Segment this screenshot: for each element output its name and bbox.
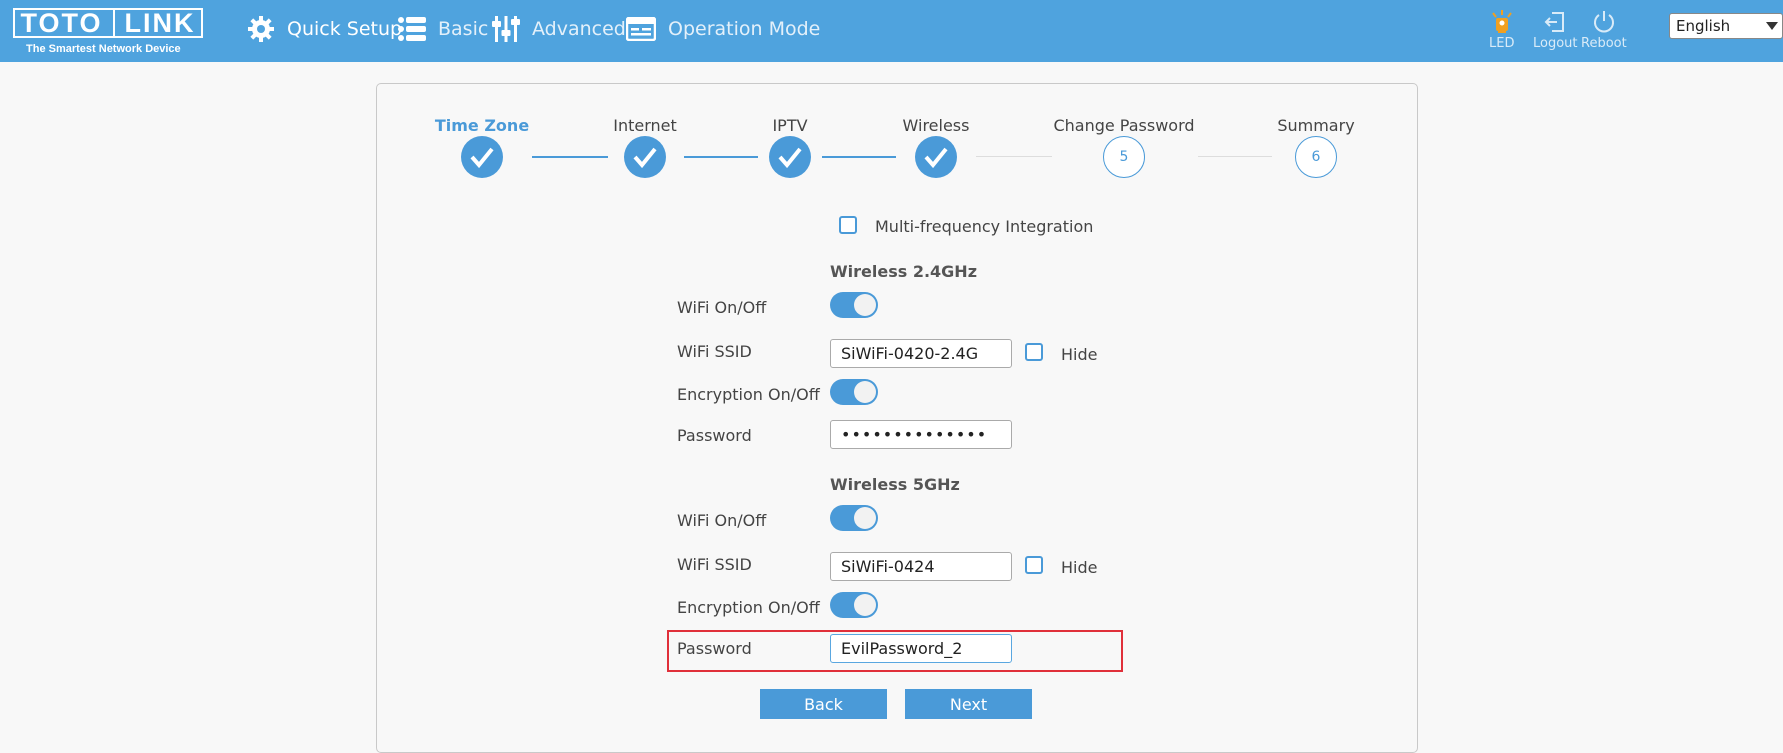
wireless-5-title: Wireless 5GHz [830, 475, 960, 494]
logo-text-right: LINK [124, 7, 196, 38]
step-time-zone[interactable] [461, 136, 503, 178]
step-internet[interactable] [624, 136, 666, 178]
step-change-password[interactable]: 5 [1103, 136, 1145, 178]
sliders-icon [492, 16, 520, 42]
step-iptv[interactable] [769, 136, 811, 178]
nav-operation-mode[interactable]: Operation Mode [626, 14, 820, 44]
reboot-label: Reboot [1581, 36, 1627, 51]
wifi-24-onoff-label: WiFi On/Off [677, 298, 767, 317]
hide-5-checkbox[interactable] [1025, 556, 1043, 574]
logo-tagline: The Smartest Network Device [26, 43, 181, 55]
led-button[interactable]: LED [1489, 10, 1514, 51]
language-select[interactable]: English [1669, 13, 1783, 39]
password-24-label: Password [677, 426, 752, 445]
encryption-24-label: Encryption On/Off [677, 385, 820, 404]
totolink-logo[interactable]: TOTO LINK [13, 8, 203, 38]
language-selected: English [1676, 17, 1731, 35]
logout-icon [1544, 12, 1565, 32]
led-icon [1491, 10, 1512, 33]
step-number: 5 [1119, 149, 1129, 165]
checkmark-icon [470, 147, 494, 168]
logo-divider [112, 8, 115, 38]
chevron-down-icon [1766, 22, 1778, 30]
step-summary[interactable]: 6 [1295, 136, 1337, 178]
nav-advanced[interactable]: Advanced [492, 14, 626, 44]
next-button[interactable]: Next [905, 689, 1032, 719]
multi-frequency-checkbox[interactable] [839, 216, 857, 234]
gear-icon [248, 16, 274, 42]
led-label: LED [1489, 36, 1515, 51]
reboot-button[interactable]: Reboot [1581, 10, 1627, 51]
step-label-wireless: Wireless [902, 116, 970, 135]
encryption-5-toggle[interactable] [830, 592, 878, 618]
hide-5-label: Hide [1061, 558, 1098, 577]
step-label-iptv: IPTV [772, 116, 808, 135]
top-header: TOTO LINK The Smartest Network Device Qu… [0, 0, 1783, 62]
step-number: 6 [1311, 149, 1321, 165]
ssid-24-label: WiFi SSID [677, 342, 752, 361]
checkmark-icon [924, 147, 948, 168]
encryption-5-label: Encryption On/Off [677, 598, 820, 617]
wifi-24-toggle[interactable] [830, 292, 878, 318]
step-label-internet: Internet [613, 116, 677, 135]
operation-mode-icon [626, 17, 656, 41]
wireless-24-title: Wireless 2.4GHz [830, 262, 978, 281]
list-icon [398, 17, 426, 41]
nav-basic-label: Basic [438, 18, 489, 40]
password-5-input[interactable] [830, 634, 1012, 663]
password-24-input[interactable] [830, 420, 1012, 449]
step-connector [684, 156, 758, 158]
logout-button[interactable]: Logout [1533, 10, 1578, 51]
nav-quick-setup[interactable]: Quick Setup [247, 14, 402, 44]
nav-advanced-label: Advanced [532, 18, 626, 40]
power-icon [1593, 11, 1614, 33]
step-wireless[interactable] [915, 136, 957, 178]
step-label-change-password: Change Password [1053, 116, 1195, 135]
ssid-24-input[interactable] [830, 339, 1012, 368]
hide-24-checkbox[interactable] [1025, 343, 1043, 361]
nav-operation-mode-label: Operation Mode [668, 18, 821, 40]
ssid-5-input[interactable] [830, 552, 1012, 581]
step-connector [1198, 156, 1272, 157]
password-5-label: Password [677, 639, 752, 658]
wifi-5-onoff-label: WiFi On/Off [677, 511, 767, 530]
step-label-time-zone: Time Zone [434, 116, 530, 135]
checkmark-icon [633, 147, 657, 168]
step-connector [532, 156, 608, 158]
step-connector [976, 156, 1052, 157]
ssid-5-label: WiFi SSID [677, 555, 752, 574]
back-button[interactable]: Back [760, 689, 887, 719]
wifi-5-toggle[interactable] [830, 505, 878, 531]
step-connector [822, 156, 896, 158]
step-label-summary: Summary [1277, 116, 1355, 135]
checkmark-icon [778, 147, 802, 168]
nav-basic[interactable]: Basic [398, 14, 488, 44]
logout-label: Logout [1533, 36, 1578, 51]
multi-frequency-label: Multi-frequency Integration [875, 217, 1094, 236]
hide-24-label: Hide [1061, 345, 1098, 364]
logo-text-left: TOTO [20, 7, 103, 38]
nav-quick-setup-label: Quick Setup [287, 18, 403, 40]
encryption-24-toggle[interactable] [830, 379, 878, 405]
